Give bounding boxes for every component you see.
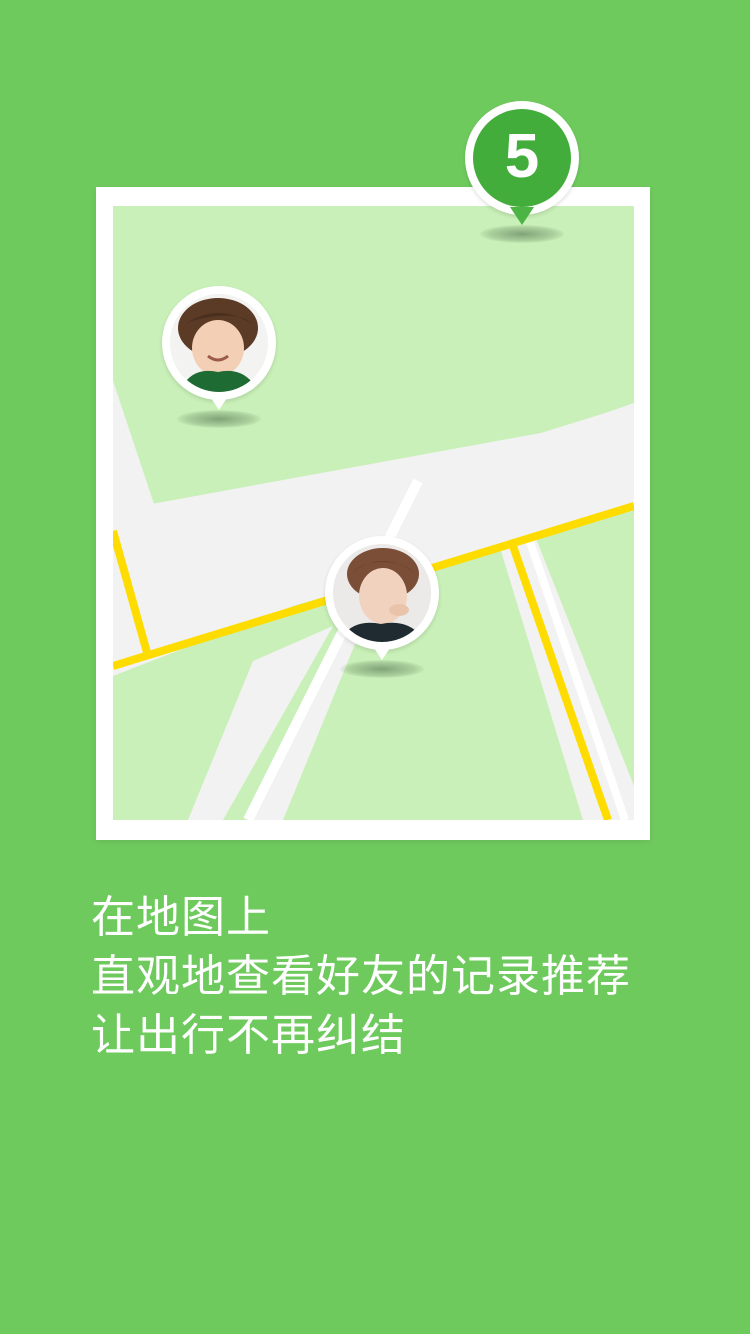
pin-shadow — [480, 225, 564, 243]
map-card — [96, 187, 650, 840]
feature-caption: 在地图上 直观地查看好友的记录推荐 让出行不再纠结 — [91, 888, 711, 1065]
friend-avatar-2[interactable] — [333, 544, 431, 642]
caption-line-2: 直观地查看好友的记录推荐 — [91, 951, 631, 1002]
pin-tail — [370, 642, 394, 660]
friend-avatar-1[interactable] — [170, 294, 268, 392]
location-count: 5 — [473, 109, 571, 207]
pin-tail — [510, 207, 534, 225]
pin-shadow — [340, 660, 424, 678]
pin-shadow — [177, 410, 261, 428]
caption-line-1: 在地图上 — [91, 892, 271, 943]
friend-pin-1[interactable] — [162, 286, 276, 436]
caption-line-3: 让出行不再纠结 — [91, 1010, 406, 1061]
friend-pin-2[interactable] — [325, 536, 439, 686]
pin-tail — [207, 392, 231, 410]
location-count-pin[interactable]: 5 — [465, 101, 579, 251]
